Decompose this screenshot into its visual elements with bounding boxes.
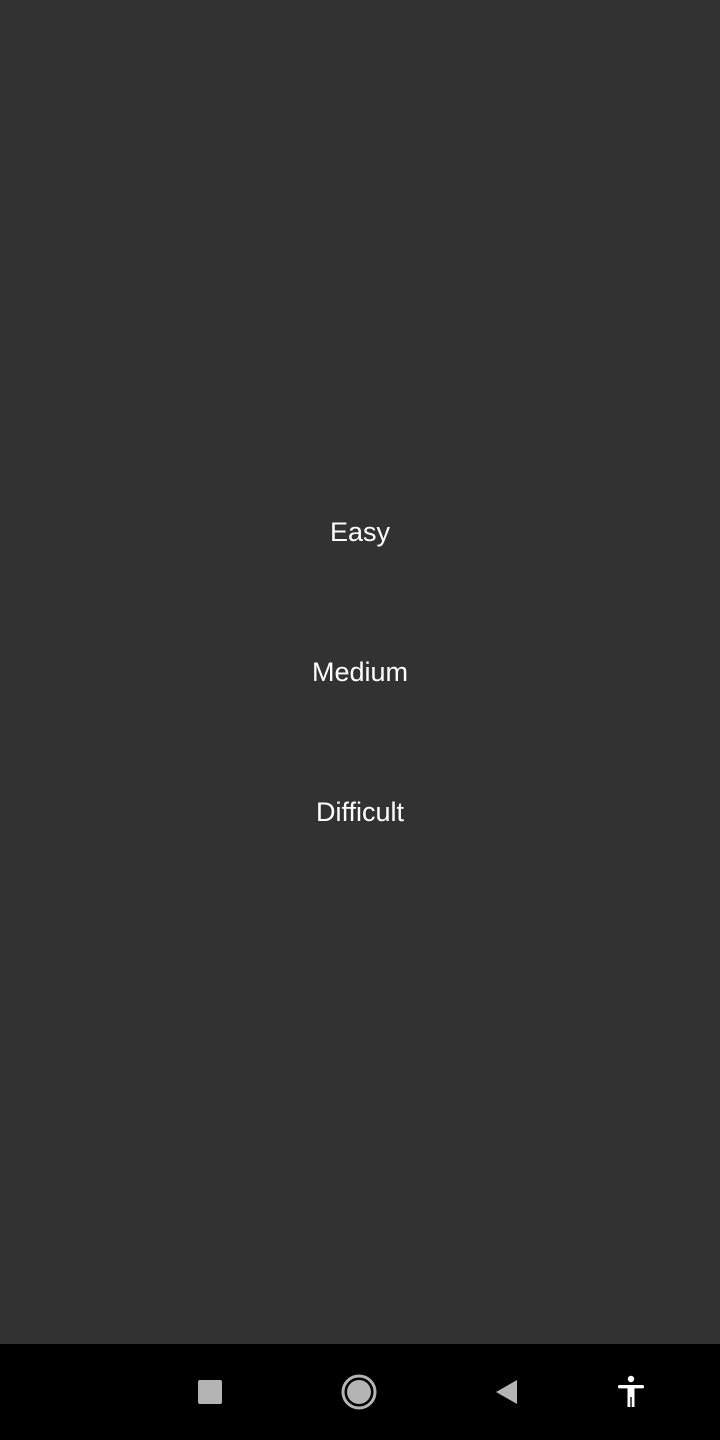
accessibility-person-icon <box>618 1375 644 1407</box>
triangle-back-icon <box>496 1380 517 1404</box>
screen: Easy Medium Difficult <box>0 0 720 1440</box>
back-button[interactable] <box>458 1344 554 1440</box>
accessibility-button[interactable] <box>583 1344 679 1440</box>
medium-option[interactable]: Medium <box>0 632 720 712</box>
navigation-bar <box>0 1344 720 1440</box>
home-button[interactable] <box>311 1344 407 1440</box>
easy-option[interactable]: Easy <box>0 492 720 572</box>
square-recents-icon <box>198 1380 222 1404</box>
difficulty-menu: Easy Medium Difficult <box>0 0 720 1344</box>
circle-home-icon <box>341 1374 377 1410</box>
recents-button[interactable] <box>162 1344 258 1440</box>
difficult-option[interactable]: Difficult <box>0 772 720 852</box>
